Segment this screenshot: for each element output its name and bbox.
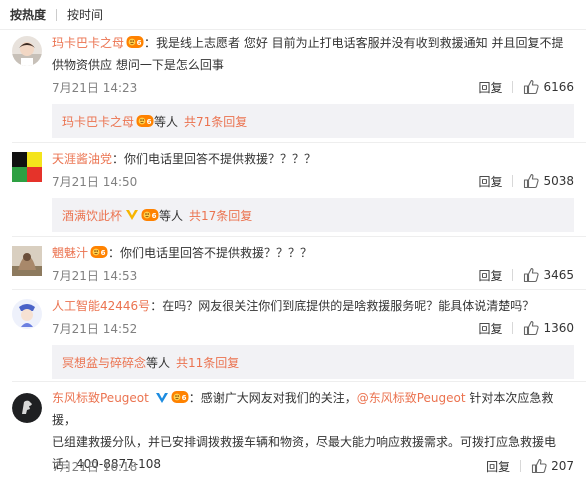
vip-badge-icon — [171, 389, 189, 405]
sub-reply-user[interactable]: 酒满饮此杯 — [62, 207, 122, 224]
reply-button[interactable]: 回复 — [478, 173, 502, 190]
comment-body: 魍魅汁 ：你们电话里回答不提供救援？？？？ — [52, 242, 574, 264]
comment-item: 魍魅汁 ：你们电话里回答不提供救援？？？？ 7月21日 14:53 回复 3465 — [0, 240, 586, 290]
vip-badge-icon — [141, 207, 159, 223]
like-button[interactable]: 3465 — [523, 267, 574, 283]
vip-badge-icon — [90, 244, 108, 260]
comment-time: 7月21日 14:53 — [52, 268, 138, 283]
avatar[interactable] — [12, 36, 42, 66]
comment-actions: 回复 1360 — [478, 320, 574, 337]
sub-reply-total[interactable]: 共17条回复 — [189, 207, 252, 224]
comment-divider — [12, 381, 586, 382]
reply-button[interactable]: 回复 — [478, 267, 502, 284]
sort-divider — [56, 8, 58, 21]
comment-username[interactable]: 魍魅汁 — [52, 246, 88, 260]
sub-replies-box[interactable]: 玛卡巴卡之母 等人 共71条回复 — [52, 104, 574, 138]
vip-badge-icon — [126, 34, 144, 50]
action-divider — [512, 322, 514, 334]
verified-blue-icon — [155, 393, 168, 403]
comment-username[interactable]: 天涯酱油党 — [52, 152, 112, 166]
like-count: 3465 — [543, 268, 574, 282]
comment-meta: 7月21日 16:18 回复 207 — [52, 456, 574, 476]
avatar[interactable] — [12, 299, 42, 329]
comment-item: 玛卡巴卡之母 ：我是线上志愿者 您好 目前为止打电话客服并没有收到救援通知 并且回… — [0, 30, 586, 138]
reply-button[interactable]: 回复 — [486, 458, 510, 475]
sort-bar: 按热度 按时间 — [0, 0, 586, 30]
comment-username[interactable]: 东风标致Peugeot — [52, 391, 149, 405]
comment-actions: 回复 6166 — [478, 79, 574, 96]
sort-by-time-tab[interactable]: 按时间 — [67, 6, 103, 23]
avatar[interactable] — [12, 152, 42, 182]
comment-text: ：你们电话里回答不提供救援？？？？ — [112, 152, 317, 166]
thumb-up-icon — [523, 320, 539, 336]
thumb-up-icon — [523, 79, 539, 95]
verified-gold-icon — [126, 210, 139, 220]
like-count: 207 — [551, 459, 574, 473]
comment-time: 7月21日 14:23 — [52, 80, 138, 95]
comment-meta: 7月21日 14:52 回复 1360 — [52, 318, 574, 338]
sub-reply-mid: 等人 — [159, 208, 184, 223]
sub-replies-box[interactable]: 酒满饮此杯 等人 共17条回复 — [52, 198, 574, 232]
comment-actions: 回复 5038 — [478, 173, 574, 190]
sub-reply-user[interactable]: 冥想盆与碎碎念 — [62, 354, 146, 371]
reply-button[interactable]: 回复 — [478, 320, 502, 337]
action-divider — [512, 81, 514, 93]
action-divider — [512, 175, 514, 187]
thumb-up-icon — [523, 173, 539, 189]
comment-username[interactable]: 人工智能42446号 — [52, 299, 150, 313]
comment-time: 7月21日 14:52 — [52, 321, 138, 336]
comment-item: 天涯酱油党：你们电话里回答不提供救援？？？？ 7月21日 14:50 回复 50… — [0, 146, 586, 232]
like-button[interactable]: 6166 — [523, 79, 574, 95]
like-button[interactable]: 5038 — [523, 173, 574, 189]
action-divider — [520, 460, 522, 472]
comment-body: 人工智能42446号：在吗？网友很关注你们到底提供的是啥救援服务呢？能具体说清楚… — [52, 295, 574, 317]
comment-body: 玛卡巴卡之母 ：我是线上志愿者 您好 目前为止打电话客服并没有收到救援通知 并且回… — [52, 32, 574, 76]
comment-item: 人工智能42446号：在吗？网友很关注你们到底提供的是啥救援服务呢？能具体说清楚… — [0, 293, 586, 379]
action-divider — [512, 269, 514, 281]
like-button[interactable]: 207 — [531, 458, 574, 474]
sub-reply-mid: 等人 — [154, 114, 179, 129]
sub-reply-user[interactable]: 玛卡巴卡之母 — [62, 113, 134, 130]
reply-button[interactable]: 回复 — [478, 79, 502, 96]
mention-link[interactable]: @东风标致Peugeot — [357, 391, 466, 405]
comment-divider — [12, 142, 586, 143]
like-button[interactable]: 1360 — [523, 320, 574, 336]
like-count: 5038 — [543, 174, 574, 188]
comment-actions: 回复 207 — [486, 458, 574, 475]
sub-reply-total[interactable]: 共71条回复 — [184, 113, 247, 130]
thumb-up-icon — [531, 458, 547, 474]
comment-time: 7月21日 16:18 — [52, 459, 138, 474]
comment-meta: 7月21日 14:53 回复 3465 — [52, 265, 574, 285]
comment-text: ：感谢广大网友对我们的关注， — [188, 391, 357, 405]
thumb-up-icon — [523, 267, 539, 283]
sub-replies-box[interactable]: 冥想盆与碎碎念 等人 共11条回复 — [52, 345, 574, 379]
comment-item: 东风标致Peugeot ：感谢广大网友对我们的关注，@东风标致Peugeot 针… — [0, 385, 586, 488]
avatar[interactable] — [12, 393, 42, 423]
sort-by-hot-tab[interactable]: 按热度 — [10, 6, 46, 23]
comment-text: ：你们电话里回答不提供救援？？？？ — [108, 246, 313, 260]
sub-reply-mid: 等人 — [146, 355, 171, 370]
comment-text: ：我是线上志愿者 您好 目前为止打电话客服并没有收到救援通知 并且回复不提 — [144, 36, 564, 50]
comment-username[interactable]: 玛卡巴卡之母 — [52, 36, 124, 50]
comment-actions: 回复 3465 — [478, 267, 574, 284]
comment-meta: 7月21日 14:23 回复 6166 — [52, 77, 574, 97]
comment-meta: 7月21日 14:50 回复 5038 — [52, 171, 574, 191]
comment-time: 7月21日 14:50 — [52, 174, 138, 189]
sub-reply-total[interactable]: 共11条回复 — [176, 354, 239, 371]
avatar[interactable] — [12, 246, 42, 276]
comment-text-cont: 供物资供应 想问一下是怎么回事 — [52, 58, 224, 72]
like-count: 6166 — [543, 80, 574, 94]
like-count: 1360 — [543, 321, 574, 335]
comment-body: 天涯酱油党：你们电话里回答不提供救援？？？？ — [52, 148, 574, 170]
comment-text-cont: 已组建救援分队，并已安排调拨救援车辆和物资，尽最大能力响应救援需求。可拨打应急救… — [52, 435, 557, 449]
comment-text: ：在吗？网友很关注你们到底提供的是啥救援服务呢？能具体说清楚吗？ — [150, 299, 535, 313]
comment-divider — [12, 236, 586, 237]
comment-divider — [12, 289, 586, 290]
vip-badge-icon — [136, 113, 154, 129]
